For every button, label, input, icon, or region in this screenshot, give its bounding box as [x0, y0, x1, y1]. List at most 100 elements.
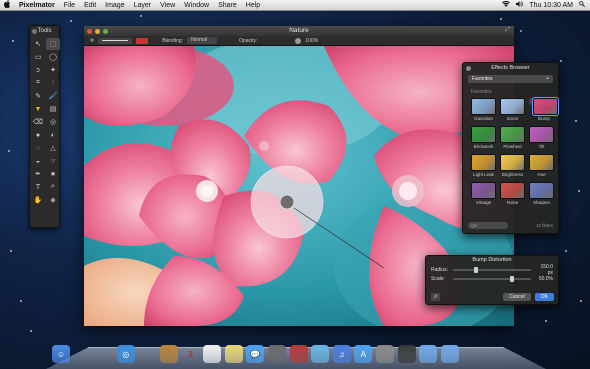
blur-icon[interactable]: ◌ — [31, 142, 45, 154]
dock-downloads-icon[interactable] — [440, 345, 459, 363]
menu-app-name[interactable]: Pixelmator — [19, 2, 55, 9]
volume-icon[interactable] — [516, 1, 524, 9]
wifi-icon[interactable] — [502, 0, 511, 9]
eraser-icon[interactable]: ⌫ — [31, 116, 45, 128]
shape-icon[interactable]: ★ — [46, 168, 60, 180]
effect-tilt[interactable]: Tilt — [529, 126, 554, 151]
dock-notes-icon[interactable] — [224, 345, 243, 363]
menu-clock[interactable]: Thu 10:30 AM — [529, 2, 573, 9]
dock-facetime-icon[interactable] — [267, 345, 286, 363]
dodge-icon[interactable]: ● — [31, 129, 45, 141]
move-tool-icon[interactable]: ↖ — [31, 38, 45, 50]
dock-itunes-icon[interactable]: ♫ — [332, 345, 351, 363]
brush-preview[interactable] — [98, 37, 133, 44]
scale-value[interactable]: 50.0% — [535, 276, 553, 282]
magic-wand-icon[interactable]: ✦ — [46, 64, 60, 76]
sponge-icon[interactable]: ◒ — [31, 155, 45, 167]
dock-launchpad-icon[interactable] — [74, 345, 92, 363]
hand-icon[interactable]: ✋ — [31, 194, 45, 206]
effect-vintage[interactable]: Vintage — [471, 182, 496, 207]
gear-icon[interactable]: ✲ — [90, 38, 94, 44]
radius-slider[interactable] — [453, 266, 531, 273]
effect-label: Gaussian — [473, 116, 493, 121]
menu-view[interactable]: View — [160, 2, 175, 9]
effect-thumbnail — [500, 126, 525, 143]
rect-select-icon[interactable]: ▭ — [31, 51, 45, 63]
effect-bump[interactable]: Bump — [529, 97, 559, 121]
effect-gaussian[interactable]: Gaussian — [471, 98, 496, 123]
dock-trash-icon[interactable] — [462, 345, 480, 363]
dock-reminders-icon[interactable] — [203, 345, 222, 363]
ok-button[interactable]: OK — [534, 293, 554, 301]
dock-app-store-icon[interactable]: A — [354, 345, 373, 363]
tool-options-bar: ✲ Blending: Normal Opacity: 100% — [84, 36, 514, 46]
scale-slider[interactable] — [453, 275, 531, 282]
menu-window[interactable]: Window — [184, 2, 209, 9]
selection-tool-icon[interactable]: ⬚ — [46, 38, 60, 50]
dock-calendar-icon[interactable]: 3 — [182, 345, 200, 363]
effect-thumbnail — [529, 126, 554, 143]
menu-image[interactable]: Image — [105, 2, 124, 9]
color-swatch[interactable] — [136, 37, 149, 44]
effect-brickwork[interactable]: Brickwork — [471, 126, 496, 151]
radius-slider-knob[interactable] — [474, 266, 479, 273]
color-picker-icon[interactable]: ◈ — [46, 194, 60, 206]
dock-messages-icon[interactable]: 💬 — [246, 345, 265, 363]
fullscreen-icon[interactable]: ⤢ — [505, 27, 510, 34]
effect-zoom[interactable]: Zoom — [500, 98, 525, 123]
star — [580, 300, 582, 302]
dock-iphoto-icon[interactable] — [311, 345, 330, 363]
menu-edit[interactable]: Edit — [84, 2, 96, 9]
window-titlebar[interactable]: Nature ⤢ — [84, 26, 514, 36]
ellipse-select-icon[interactable]: ◯ — [46, 51, 60, 63]
effect-brightness[interactable]: Brightness — [500, 154, 525, 179]
pencil-icon[interactable]: ✎ — [31, 90, 45, 102]
apple-menu-icon[interactable] — [4, 0, 11, 10]
effect-hue[interactable]: Hue — [529, 154, 554, 179]
effect-thumbnail — [532, 97, 559, 116]
dock-photo-booth-icon[interactable] — [289, 345, 308, 363]
effect-light-leak[interactable]: Light Leak — [471, 154, 496, 179]
menu-share[interactable]: Share — [218, 2, 237, 9]
pen-icon[interactable]: ✒ — [31, 168, 45, 180]
reset-icon[interactable]: ↺ — [431, 293, 440, 301]
effects-search-input[interactable]: Q▾ — [468, 221, 508, 229]
spotlight-icon[interactable] — [579, 1, 585, 9]
menu-layer[interactable]: Layer — [134, 2, 152, 9]
opacity-knob-icon[interactable] — [295, 37, 302, 44]
text-icon[interactable]: T — [31, 181, 45, 193]
effect-pinwheel[interactable]: Pinwheel — [500, 126, 525, 151]
dock-contacts-icon[interactable] — [159, 345, 178, 363]
effects-category-select[interactable]: Favorites — [468, 74, 553, 83]
blending-select[interactable]: Normal — [187, 37, 218, 44]
effect-noise[interactable]: Noise — [500, 182, 525, 207]
gradient-icon[interactable]: ▤ — [46, 103, 60, 115]
dock-pixelmator-icon[interactable] — [397, 345, 416, 363]
menu-help[interactable]: Help — [246, 2, 260, 9]
dock-mail-icon[interactable] — [138, 345, 156, 363]
paint-bucket-icon[interactable]: ▼ — [31, 103, 45, 115]
clone-stamp-icon[interactable]: ◎ — [46, 116, 60, 128]
tools-title: Tools — [37, 28, 52, 34]
dock-applications-folder-icon[interactable] — [419, 345, 438, 363]
scale-slider-knob[interactable] — [509, 275, 514, 282]
menu-file[interactable]: File — [64, 2, 75, 9]
brush-icon[interactable]: 🖌 — [46, 90, 60, 102]
close-icon[interactable] — [466, 66, 471, 71]
zoom-icon[interactable]: ⌕ — [46, 181, 60, 193]
eyedropper-icon[interactable]: ⵗ — [46, 77, 60, 89]
lasso-icon[interactable]: ↄ — [31, 64, 45, 76]
effect-sharpen[interactable]: Sharpen — [529, 182, 554, 207]
radius-value[interactable]: 150.0 px — [535, 264, 553, 276]
close-icon[interactable] — [32, 29, 37, 34]
dock-system-preferences-icon[interactable] — [375, 345, 394, 363]
dock-safari-icon[interactable]: ◎ — [116, 345, 135, 363]
burn-icon[interactable]: ◐ — [46, 129, 60, 141]
effect-label: Pinwheel — [503, 144, 522, 149]
dock-mission-control-icon[interactable] — [95, 345, 113, 363]
crop-icon[interactable]: ⌗ — [31, 77, 45, 89]
dock-finder-icon[interactable]: ☺ — [52, 345, 70, 363]
smudge-icon[interactable]: ☞ — [46, 155, 60, 167]
cancel-button[interactable]: Cancel — [503, 293, 531, 301]
sharpen-icon[interactable]: △ — [46, 142, 60, 154]
